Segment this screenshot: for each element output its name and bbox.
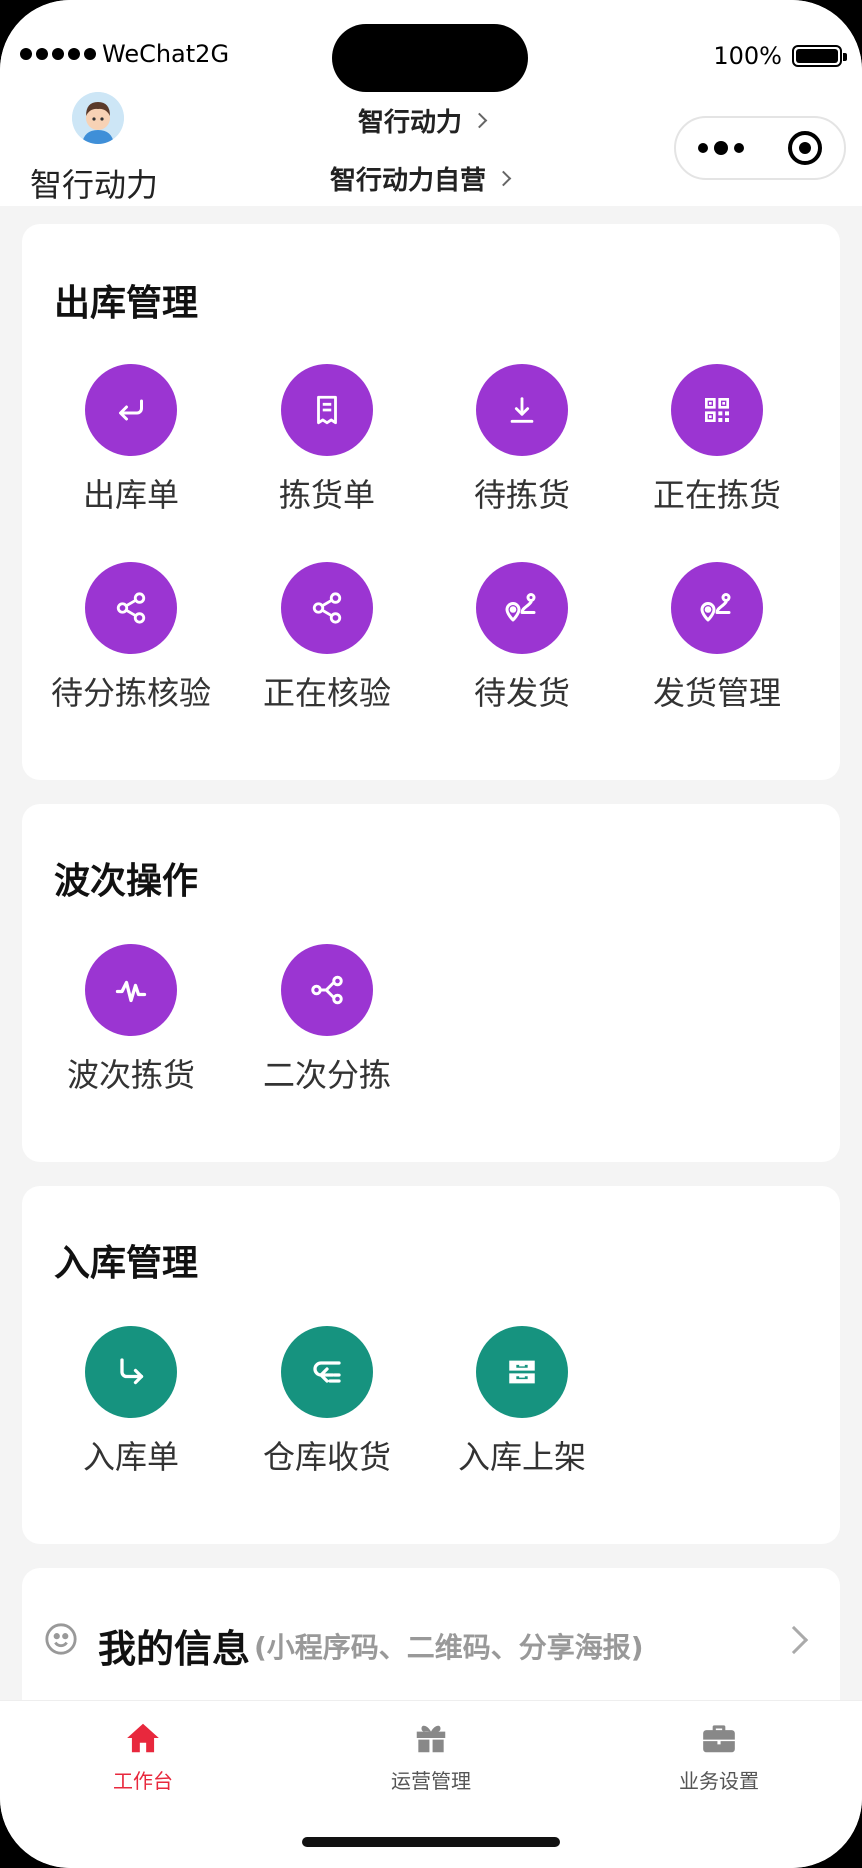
section-title: 波次操作 — [54, 861, 199, 902]
share-icon — [281, 562, 373, 654]
warehouse-name: 智行动力自营 — [330, 166, 487, 196]
section-title: 出库管理 — [54, 283, 199, 324]
grid-label: 待发货 — [473, 674, 570, 712]
briefcase-icon — [703, 1725, 735, 1753]
wrap-text-icon — [281, 1326, 373, 1418]
inbound-card: 入库管理 入库单 仓库收货 入库上架 — [22, 1186, 840, 1544]
grid-label: 发货管理 — [652, 674, 781, 712]
grid-item-pick-list[interactable]: 拣货单 — [229, 364, 425, 516]
grid-label: 波次拣货 — [66, 1056, 195, 1094]
more-icon[interactable] — [698, 141, 744, 155]
home-icon — [127, 1723, 159, 1753]
grid-label: 待分拣核验 — [50, 674, 211, 712]
header: WeChat2G 100% 智行动力 智行动力 智行动力自营 — [0, 0, 862, 206]
my-info-subtitle: (小程序码、二维码、分享海报) — [254, 1631, 644, 1664]
avatar[interactable] — [72, 92, 124, 144]
grid-label: 待拣货 — [473, 476, 570, 514]
warehouse-switcher[interactable]: 智行动力自营 — [330, 160, 512, 197]
wave-icon — [85, 944, 177, 1036]
battery-icon — [792, 45, 847, 67]
grid-item-pending-verify[interactable]: 待分拣核验 — [33, 562, 229, 714]
grid-item-wave-pick[interactable]: 波次拣货 — [33, 944, 229, 1096]
tab-label: 运营管理 — [391, 1769, 471, 1793]
close-target-icon[interactable] — [788, 131, 822, 165]
enter-return-icon — [85, 364, 177, 456]
qr-code-icon — [671, 364, 763, 456]
home-indicator — [302, 1837, 560, 1847]
download-icon — [476, 364, 568, 456]
grid-item-second-sort[interactable]: 二次分拣 — [229, 944, 425, 1096]
grid-label: 拣货单 — [278, 476, 375, 514]
phone-screen: WeChat2G 100% 智行动力 智行动力 智行动力自营 出库管理 出库单 … — [0, 0, 862, 1868]
grid-label: 正在拣货 — [652, 476, 781, 514]
my-info-row[interactable]: 我的信息 (小程序码、二维码、分享海报) — [22, 1568, 840, 1708]
carrier-name: WeChat2G — [102, 40, 230, 68]
grid-label: 入库上架 — [457, 1438, 586, 1476]
tab-workbench[interactable]: 工作台 — [43, 1719, 243, 1794]
gift-icon — [416, 1725, 446, 1753]
grid-label: 入库单 — [82, 1438, 179, 1476]
carrier-status: WeChat2G — [20, 40, 229, 68]
battery-status: 100% — [713, 42, 847, 70]
grid-item-receiving[interactable]: 仓库收货 — [229, 1326, 425, 1478]
grid-item-verifying[interactable]: 正在核验 — [229, 562, 425, 714]
share-icon — [85, 562, 177, 654]
route-pin-icon — [476, 562, 568, 654]
org-name: 智行动力 — [30, 166, 159, 204]
grid-item-pending-ship[interactable]: 待发货 — [424, 562, 620, 714]
signal-icon — [20, 48, 96, 60]
my-info-title: 我的信息 — [98, 1627, 251, 1671]
receipt-icon — [281, 364, 373, 456]
tab-bar: 工作台 运营管理 业务设置 — [0, 1700, 862, 1868]
wave-card: 波次操作 波次拣货 二次分拣 — [22, 804, 840, 1162]
grid-item-outbound-order[interactable]: 出库单 — [33, 364, 229, 516]
outbound-card: 出库管理 出库单 拣货单 待拣货 正在拣货 待分拣核验 正在核验 待发货 发货管… — [22, 224, 840, 780]
tab-business-settings[interactable]: 业务设置 — [619, 1719, 819, 1794]
section-title: 入库管理 — [54, 1243, 199, 1284]
grid-item-putaway[interactable]: 入库上架 — [424, 1326, 620, 1478]
tab-label: 业务设置 — [679, 1769, 759, 1793]
tab-operations[interactable]: 运营管理 — [331, 1719, 531, 1794]
battery-percent: 100% — [713, 42, 782, 70]
chevron-right-icon — [471, 112, 488, 129]
company-name: 智行动力 — [358, 108, 463, 138]
miniprogram-capsule — [674, 116, 846, 180]
grid-item-pending-pick[interactable]: 待拣货 — [424, 364, 620, 516]
inbox-icon — [476, 1326, 568, 1418]
grid-item-picking[interactable]: 正在拣货 — [619, 364, 815, 516]
camera-notch — [332, 24, 528, 92]
share-alt-icon — [281, 944, 373, 1036]
chevron-right-icon — [779, 1625, 809, 1655]
smile-icon — [45, 1623, 77, 1655]
grid-label: 仓库收货 — [262, 1438, 391, 1476]
turn-right-arrow-icon — [85, 1326, 177, 1418]
chevron-right-icon — [495, 170, 512, 187]
grid-label: 二次分拣 — [262, 1056, 391, 1094]
route-pin-icon — [671, 562, 763, 654]
tab-label: 工作台 — [113, 1769, 173, 1793]
grid-label: 正在核验 — [262, 674, 391, 712]
grid-label: 出库单 — [82, 476, 179, 514]
grid-item-shipping-manage[interactable]: 发货管理 — [619, 562, 815, 714]
company-switcher[interactable]: 智行动力 — [358, 102, 488, 139]
grid-item-inbound-order[interactable]: 入库单 — [33, 1326, 229, 1478]
